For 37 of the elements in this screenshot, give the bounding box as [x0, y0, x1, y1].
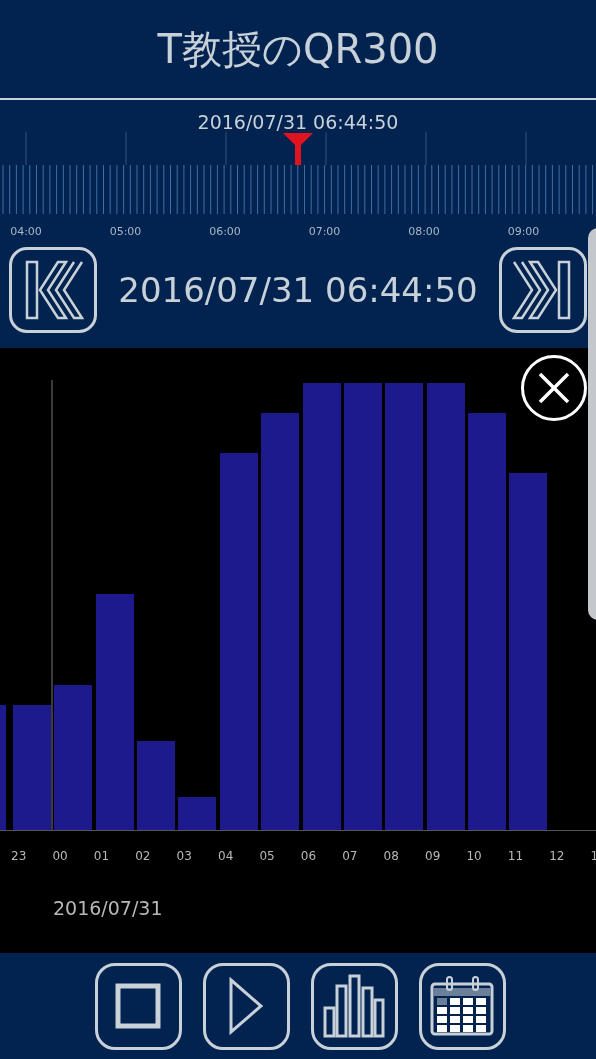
timeline-hour-label: 07:00 — [308, 224, 341, 240]
timeline-hour-label: 08:00 — [408, 224, 440, 240]
timeline-hour-label: 04:00 — [10, 224, 42, 240]
calendar-button[interactable] — [418, 962, 506, 1050]
bar-chart-icon — [323, 974, 385, 1038]
hour-axis-label: 07 — [342, 850, 358, 862]
chart-bar — [178, 797, 216, 830]
play-button[interactable] — [202, 962, 290, 1050]
chart-date: 2016/07/31 — [53, 896, 163, 921]
hour-axis-label: 01 — [93, 850, 110, 862]
stop-button[interactable] — [94, 962, 182, 1050]
hour-axis-label: 11 — [507, 850, 524, 862]
hour-axis-label: 02 — [135, 850, 151, 862]
skip-forward-button[interactable] — [499, 247, 587, 333]
hour-axis-label: 23 — [11, 850, 27, 862]
hour-axis-label: 08 — [383, 850, 399, 862]
hour-axis-label: 05 — [259, 850, 275, 862]
navigator-datetime: 2016/07/31 06:44:50 — [118, 268, 478, 312]
play-icon — [228, 977, 264, 1035]
hour-axis-label: 10 — [466, 850, 482, 862]
chart-button[interactable] — [310, 962, 398, 1050]
timeline-timestamp: 2016/07/31 06:44:50 — [197, 113, 399, 132]
hour-axis-label: 03 — [176, 850, 192, 862]
timeline-hour-label: 05:00 — [109, 224, 142, 240]
skip-back-button[interactable] — [9, 247, 97, 333]
hour-axis-label: 12 — [549, 850, 565, 862]
hour-axis-label: 04 — [218, 850, 234, 862]
hour-axis-label: 06 — [300, 850, 317, 862]
position-marker-icon[interactable] — [282, 132, 314, 165]
app-title: T教授のQR300 — [157, 25, 439, 74]
hour-axis-label: 00 — [52, 850, 68, 862]
timeline-hour-label: 06:00 — [209, 224, 241, 240]
close-icon — [537, 371, 571, 405]
hour-axis-label: 09 — [425, 850, 441, 862]
calendar-icon — [429, 976, 495, 1036]
stop-icon — [115, 983, 161, 1029]
timeline-hour-label: 09:00 — [507, 224, 540, 240]
